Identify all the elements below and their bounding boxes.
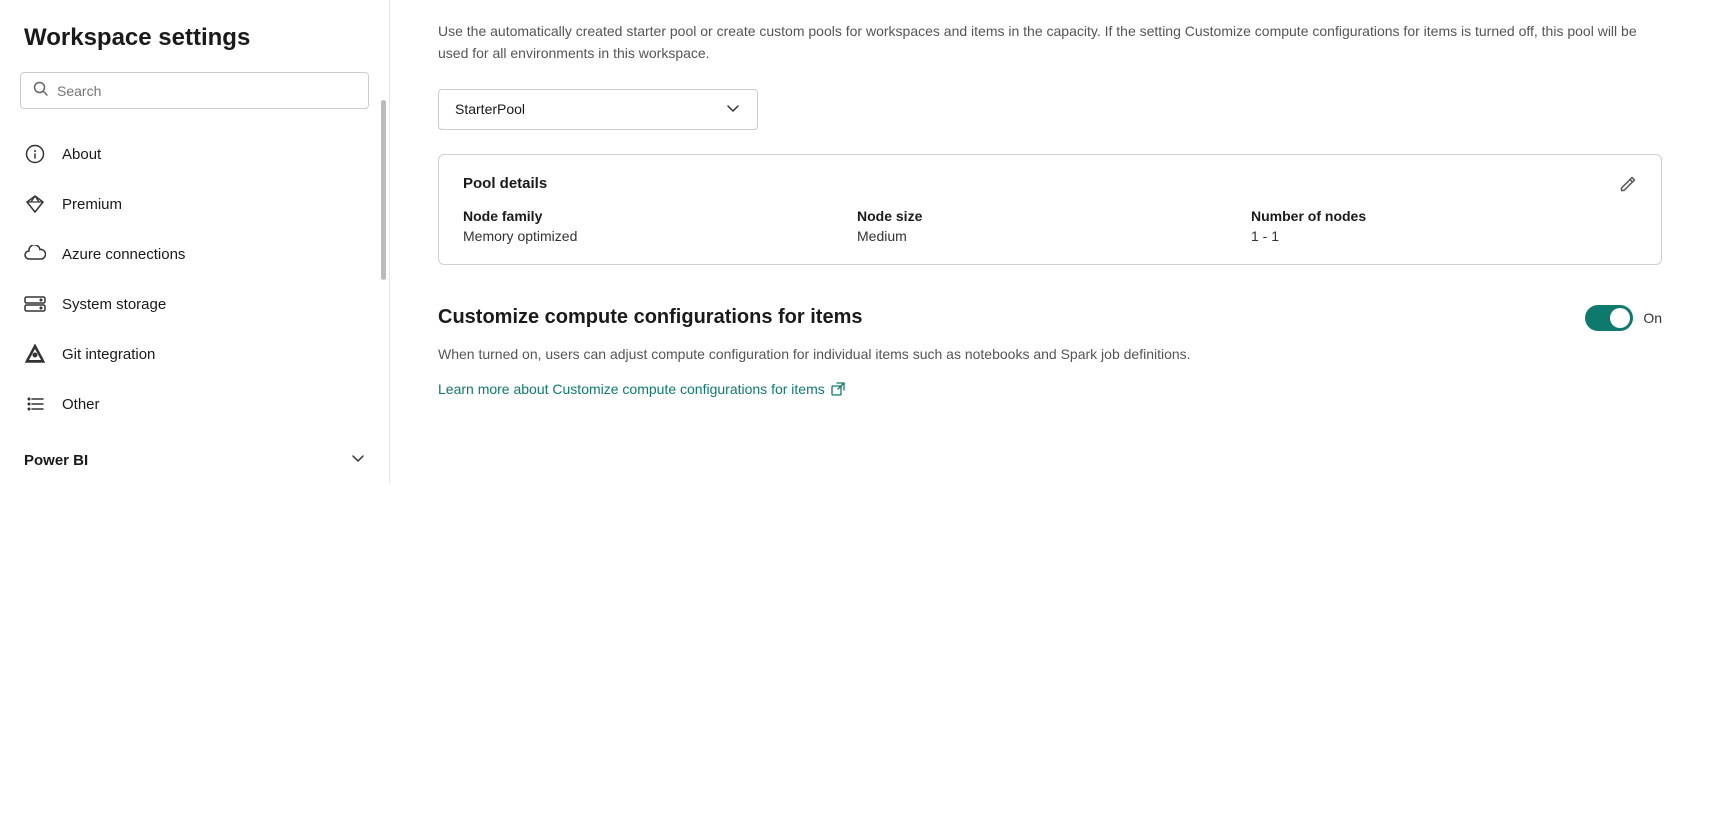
pool-details-title: Pool details bbox=[463, 175, 1637, 192]
customize-header: Customize compute configurations for ite… bbox=[438, 305, 1662, 331]
powerbi-section-label: Power BI bbox=[24, 452, 88, 469]
node-family-label: Node family bbox=[463, 208, 849, 224]
toggle-track bbox=[1585, 305, 1633, 331]
sidebar: Workspace settings bbox=[0, 0, 390, 831]
sidebar-item-label-premium: Premium bbox=[62, 196, 122, 213]
page-title: Workspace settings bbox=[0, 24, 389, 72]
node-size-value: Medium bbox=[857, 228, 1243, 244]
pool-node-family-col: Node family Memory optimized bbox=[463, 208, 849, 244]
sidebar-section-powerbi[interactable]: Power BI bbox=[0, 437, 389, 483]
pool-details-card: Pool details Node family Memory optimize… bbox=[438, 154, 1662, 265]
sidebar-item-label-about: About bbox=[62, 146, 101, 163]
pool-node-count-col: Number of nodes 1 - 1 bbox=[1251, 208, 1637, 244]
main-content: Use the automatically created starter po… bbox=[390, 0, 1710, 831]
pool-details-grid: Node family Memory optimized Node size M… bbox=[463, 208, 1637, 244]
sidebar-item-label-azure: Azure connections bbox=[62, 246, 185, 263]
sidebar-item-system-storage[interactable]: System storage bbox=[0, 279, 389, 329]
cloud-icon bbox=[24, 243, 46, 265]
search-container bbox=[0, 72, 389, 129]
storage-icon bbox=[24, 293, 46, 315]
customize-title: Customize compute configurations for ite… bbox=[438, 306, 862, 329]
number-of-nodes-label: Number of nodes bbox=[1251, 208, 1637, 224]
search-input[interactable] bbox=[57, 83, 356, 99]
pool-dropdown-value: StarterPool bbox=[455, 101, 525, 117]
git-icon bbox=[24, 343, 46, 365]
sidebar-item-about[interactable]: About bbox=[0, 129, 389, 179]
node-family-value: Memory optimized bbox=[463, 228, 849, 244]
toggle-on-label: On bbox=[1643, 310, 1662, 326]
nav-section: About Premium bbox=[0, 129, 389, 437]
number-of-nodes-value: 1 - 1 bbox=[1251, 228, 1637, 244]
pool-dropdown[interactable]: StarterPool bbox=[438, 89, 758, 130]
learn-more-text: Learn more about Customize compute confi… bbox=[438, 381, 825, 397]
sidebar-item-premium[interactable]: Premium bbox=[0, 179, 389, 229]
info-circle-icon bbox=[24, 143, 46, 165]
sidebar-item-label-other: Other bbox=[62, 396, 100, 413]
sidebar-scrollbar bbox=[381, 100, 386, 280]
sidebar-item-git-integration[interactable]: Git integration bbox=[0, 329, 389, 379]
sidebar-item-label-git: Git integration bbox=[62, 346, 155, 363]
pool-node-size-col: Node size Medium bbox=[857, 208, 1243, 244]
toggle-thumb bbox=[1610, 308, 1630, 328]
external-link-icon bbox=[831, 382, 845, 396]
toggle-group: On bbox=[1585, 305, 1662, 331]
sidebar-item-other[interactable]: Other bbox=[0, 379, 389, 429]
search-icon bbox=[33, 81, 49, 100]
learn-more-link[interactable]: Learn more about Customize compute confi… bbox=[438, 381, 845, 397]
edit-pool-button[interactable] bbox=[1615, 171, 1641, 200]
chevron-down-icon bbox=[725, 100, 741, 119]
search-box[interactable] bbox=[20, 72, 369, 109]
diamond-icon bbox=[24, 193, 46, 215]
node-size-label: Node size bbox=[857, 208, 1243, 224]
list-icon bbox=[24, 393, 46, 415]
intro-description: Use the automatically created starter po… bbox=[438, 0, 1662, 89]
customize-description: When turned on, users can adjust compute… bbox=[438, 343, 1662, 365]
sidebar-item-label-storage: System storage bbox=[62, 296, 166, 313]
sidebar-item-azure-connections[interactable]: Azure connections bbox=[0, 229, 389, 279]
chevron-down-icon bbox=[351, 451, 365, 469]
customize-section: Customize compute configurations for ite… bbox=[438, 297, 1662, 397]
customize-toggle[interactable] bbox=[1585, 305, 1633, 331]
